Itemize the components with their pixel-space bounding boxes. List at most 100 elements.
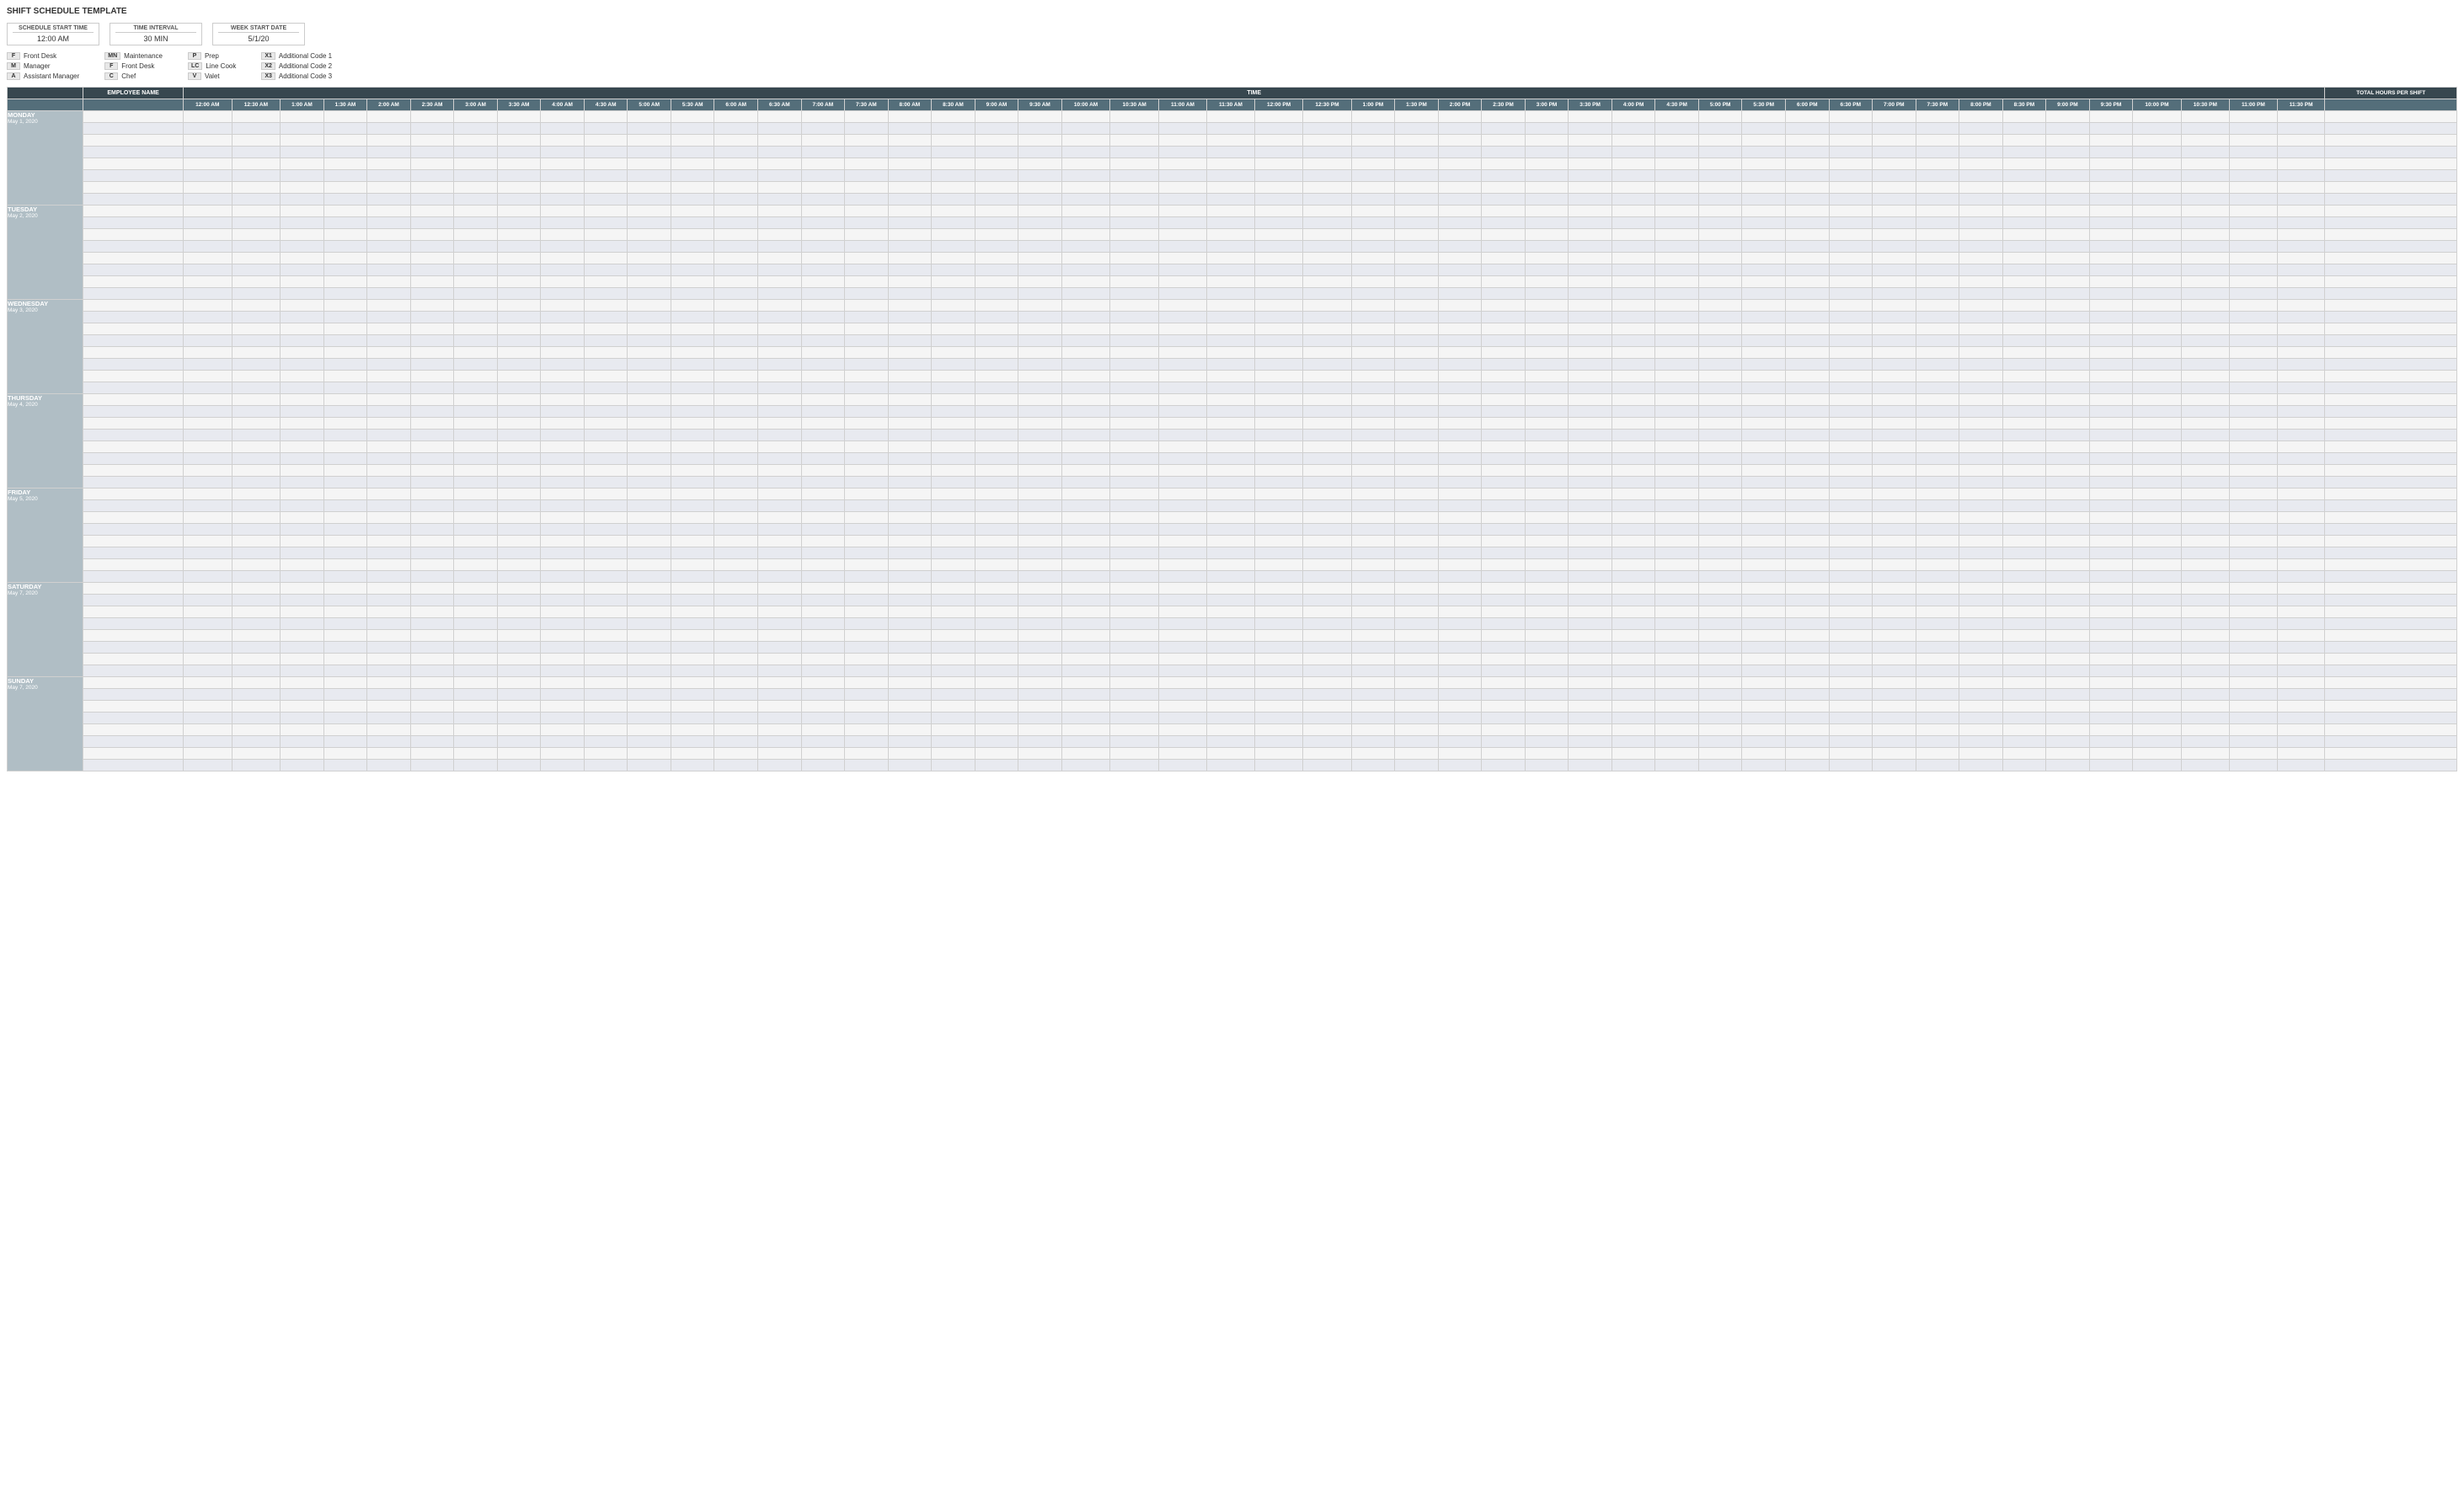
- time-slot-cell[interactable]: [845, 276, 889, 288]
- time-slot-cell[interactable]: [932, 194, 975, 206]
- time-slot-cell[interactable]: [323, 559, 367, 571]
- time-slot-cell[interactable]: [1351, 453, 1395, 465]
- time-slot-cell[interactable]: [801, 182, 845, 194]
- time-slot-cell[interactable]: [1395, 606, 1439, 618]
- time-slot-cell[interactable]: [1873, 689, 1916, 701]
- time-slot-cell[interactable]: [183, 689, 232, 701]
- time-slot-cell[interactable]: [1158, 406, 1206, 418]
- time-slot-cell[interactable]: [845, 524, 889, 536]
- time-slot-cell[interactable]: [367, 547, 411, 559]
- time-slot-cell[interactable]: [1110, 654, 1159, 665]
- time-slot-cell[interactable]: [1829, 665, 1873, 677]
- time-slot-cell[interactable]: [1482, 371, 1526, 382]
- time-slot-cell[interactable]: [2277, 571, 2325, 583]
- time-slot-cell[interactable]: [975, 524, 1018, 536]
- time-slot-cell[interactable]: [1206, 312, 1254, 323]
- time-slot-cell[interactable]: [1303, 606, 1351, 618]
- time-slot-cell[interactable]: [671, 736, 714, 748]
- time-slot-cell[interactable]: [323, 618, 367, 630]
- time-slot-cell[interactable]: [1206, 559, 1254, 571]
- time-slot-cell[interactable]: [1254, 488, 1302, 500]
- time-slot-cell[interactable]: [410, 760, 454, 771]
- time-slot-cell[interactable]: [2089, 559, 2133, 571]
- time-slot-cell[interactable]: [1303, 147, 1351, 158]
- time-slot-cell[interactable]: [497, 418, 541, 430]
- time-slot-cell[interactable]: [758, 430, 802, 441]
- time-slot-cell[interactable]: [1206, 170, 1254, 182]
- time-slot-cell[interactable]: [1206, 724, 1254, 736]
- time-slot-cell[interactable]: [1742, 217, 1786, 229]
- time-slot-cell[interactable]: [1438, 158, 1482, 170]
- time-slot-cell[interactable]: [758, 123, 802, 135]
- time-slot-cell[interactable]: [183, 229, 232, 241]
- time-slot-cell[interactable]: [541, 630, 585, 642]
- time-slot-cell[interactable]: [584, 182, 628, 194]
- time-slot-cell[interactable]: [2089, 182, 2133, 194]
- time-slot-cell[interactable]: [1018, 677, 1062, 689]
- time-slot-cell[interactable]: [1018, 630, 1062, 642]
- time-slot-cell[interactable]: [2046, 665, 2090, 677]
- time-slot-cell[interactable]: [1611, 713, 1655, 724]
- time-slot-cell[interactable]: [1655, 371, 1699, 382]
- time-slot-cell[interactable]: [232, 465, 281, 477]
- time-slot-cell[interactable]: [497, 606, 541, 618]
- time-slot-cell[interactable]: [367, 418, 411, 430]
- time-slot-cell[interactable]: [1158, 347, 1206, 359]
- time-slot-cell[interactable]: [2002, 111, 2046, 123]
- time-slot-cell[interactable]: [1829, 382, 1873, 394]
- time-slot-cell[interactable]: [975, 500, 1018, 512]
- time-slot-cell[interactable]: [584, 606, 628, 618]
- time-slot-cell[interactable]: [1916, 323, 1959, 335]
- time-slot-cell[interactable]: [541, 300, 585, 312]
- time-slot-cell[interactable]: [183, 241, 232, 253]
- time-slot-cell[interactable]: [714, 347, 758, 359]
- time-slot-cell[interactable]: [584, 323, 628, 335]
- time-slot-cell[interactable]: [1061, 630, 1110, 642]
- time-slot-cell[interactable]: [1525, 559, 1569, 571]
- time-slot-cell[interactable]: [1438, 748, 1482, 760]
- time-slot-cell[interactable]: [1655, 335, 1699, 347]
- time-slot-cell[interactable]: [845, 158, 889, 170]
- time-slot-cell[interactable]: [714, 430, 758, 441]
- time-slot-cell[interactable]: [584, 713, 628, 724]
- time-slot-cell[interactable]: [281, 536, 324, 547]
- time-slot-cell[interactable]: [1303, 418, 1351, 430]
- time-slot-cell[interactable]: [2002, 595, 2046, 606]
- time-slot-cell[interactable]: [1959, 382, 2003, 394]
- time-slot-cell[interactable]: [1018, 642, 1062, 654]
- time-slot-cell[interactable]: [932, 430, 975, 441]
- time-slot-cell[interactable]: [183, 371, 232, 382]
- time-slot-cell[interactable]: [2046, 477, 2090, 488]
- time-slot-cell[interactable]: [1959, 441, 2003, 453]
- time-slot-cell[interactable]: [1829, 158, 1873, 170]
- employee-name-cell[interactable]: [83, 689, 184, 701]
- time-slot-cell[interactable]: [2089, 654, 2133, 665]
- time-slot-cell[interactable]: [714, 701, 758, 713]
- time-slot-cell[interactable]: [1525, 724, 1569, 736]
- time-slot-cell[interactable]: [1206, 382, 1254, 394]
- time-slot-cell[interactable]: [497, 760, 541, 771]
- time-slot-cell[interactable]: [1611, 158, 1655, 170]
- time-slot-cell[interactable]: [1482, 170, 1526, 182]
- time-slot-cell[interactable]: [1018, 194, 1062, 206]
- time-slot-cell[interactable]: [1061, 547, 1110, 559]
- time-slot-cell[interactable]: [1873, 500, 1916, 512]
- time-slot-cell[interactable]: [801, 571, 845, 583]
- time-slot-cell[interactable]: [323, 477, 367, 488]
- time-slot-cell[interactable]: [2002, 547, 2046, 559]
- time-slot-cell[interactable]: [845, 430, 889, 441]
- time-slot-cell[interactable]: [1482, 654, 1526, 665]
- time-slot-cell[interactable]: [1018, 701, 1062, 713]
- time-slot-cell[interactable]: [888, 182, 932, 194]
- time-slot-cell[interactable]: [183, 253, 232, 264]
- time-slot-cell[interactable]: [1018, 547, 1062, 559]
- time-slot-cell[interactable]: [1254, 500, 1302, 512]
- time-slot-cell[interactable]: [2046, 194, 2090, 206]
- time-slot-cell[interactable]: [2089, 736, 2133, 748]
- time-slot-cell[interactable]: [1873, 123, 1916, 135]
- time-slot-cell[interactable]: [410, 312, 454, 323]
- time-slot-cell[interactable]: [1206, 300, 1254, 312]
- time-slot-cell[interactable]: [323, 217, 367, 229]
- time-slot-cell[interactable]: [1829, 347, 1873, 359]
- time-slot-cell[interactable]: [2133, 724, 2181, 736]
